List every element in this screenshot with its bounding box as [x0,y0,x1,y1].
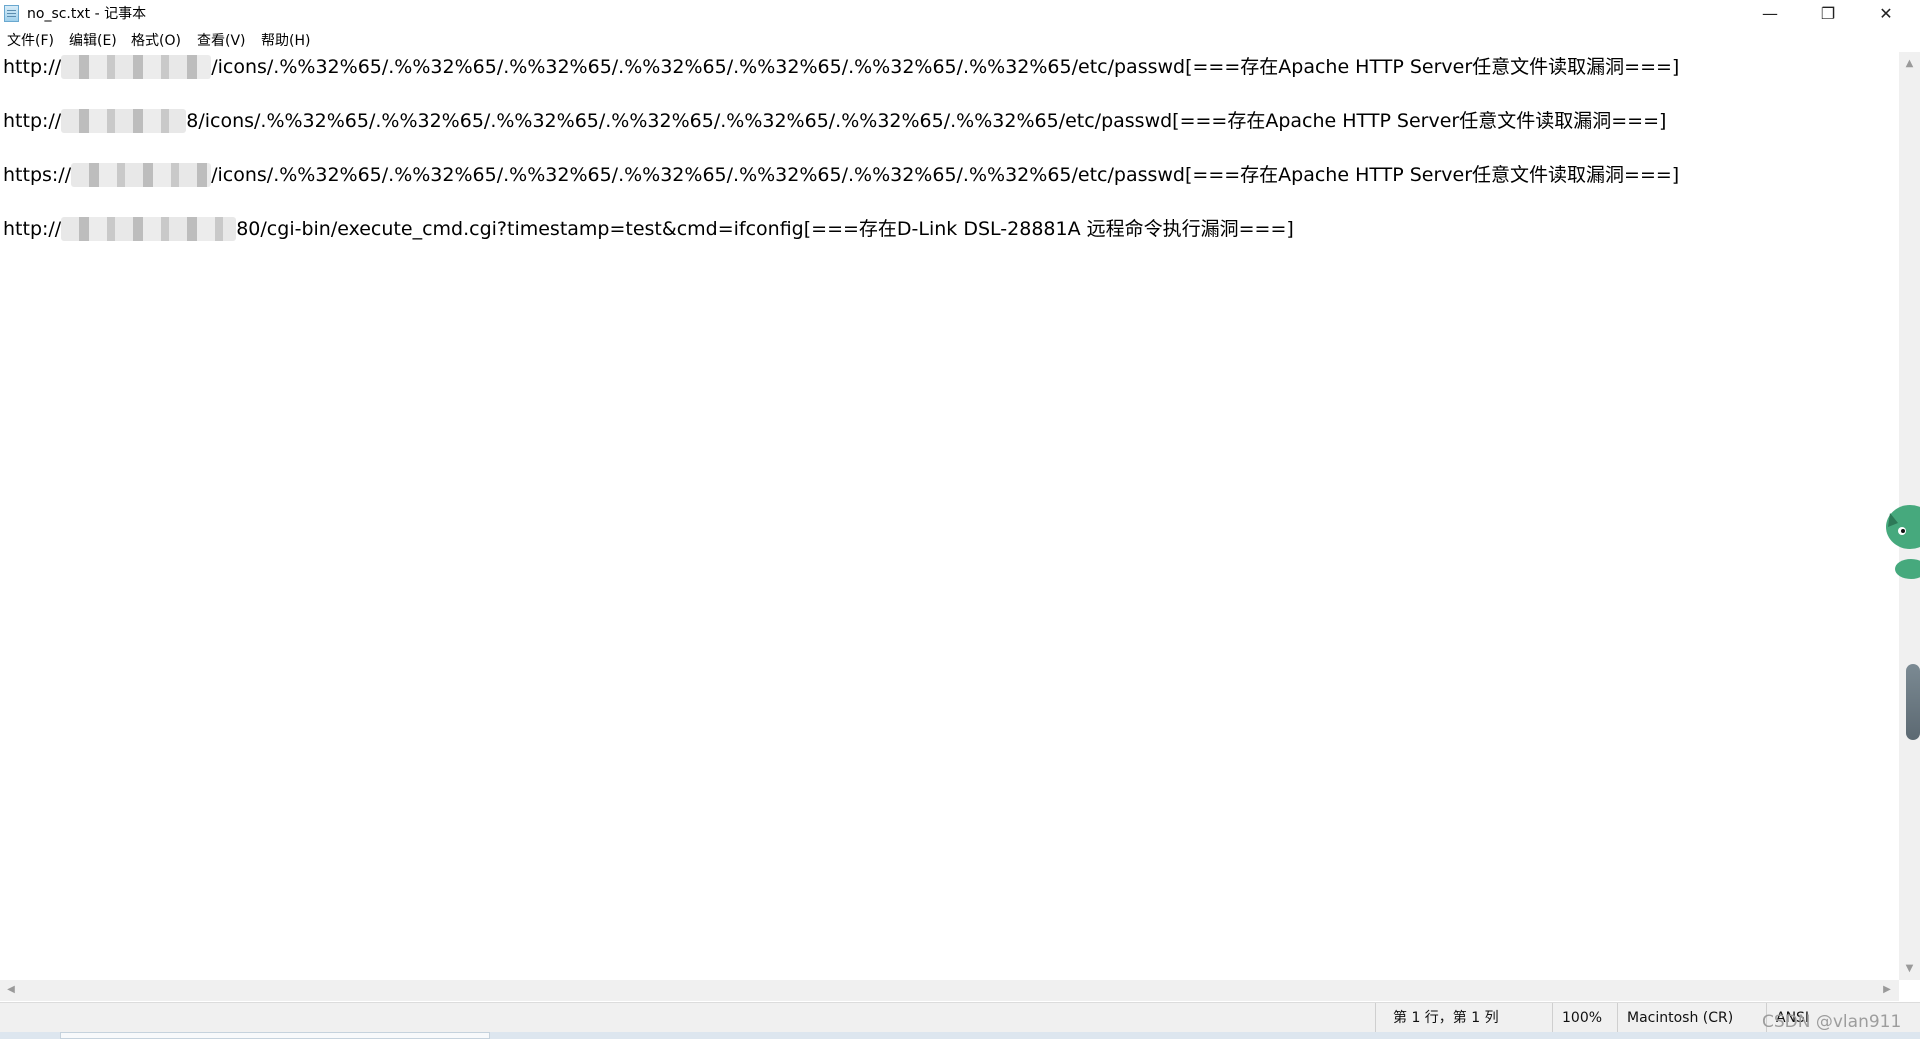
menu-bar: 文件(F) 编辑(E) 格式(O) 查看(V) 帮助(H) [0,30,1920,52]
text-line: http://8/icons/.%%32%65/.%%32%65/.%%32%6… [3,109,1667,133]
notepad-icon [4,5,19,22]
text-editor[interactable]: http:///icons/.%%32%65/.%%32%65/.%%32%65… [0,52,1899,980]
maximize-button[interactable]: ❐ [1799,0,1857,28]
menu-help[interactable]: 帮助(H) [261,32,310,50]
scroll-up-icon[interactable]: ▲ [1899,58,1920,69]
redacted-host [61,55,212,79]
title-bar: no_sc.txt - 记事本 — ❐ ✕ [0,0,1920,28]
menu-edit[interactable]: 编辑(E) [69,32,117,50]
floating-mascot[interactable] [1880,503,1920,585]
scroll-down-icon[interactable]: ▼ [1899,963,1920,974]
line-ending: Macintosh (CR) [1627,1010,1734,1026]
watermark: CSDN @vlan911 [1762,1012,1902,1032]
scroll-left-icon[interactable]: ◀ [2,984,20,995]
text-line: https:///icons/.%%32%65/.%%32%65/.%%32%6… [3,163,1680,187]
redacted-host [61,109,187,133]
close-button[interactable]: ✕ [1857,0,1915,28]
window-title: no_sc.txt - 记事本 [27,6,147,22]
text-line: http://80/cgi-bin/execute_cmd.cgi?timest… [3,217,1294,241]
menu-file[interactable]: 文件(F) [7,32,54,50]
menu-view[interactable]: 查看(V) [197,32,246,50]
redacted-host [71,163,212,187]
minimize-button[interactable]: — [1741,0,1799,28]
zoom-level: 100% [1562,1010,1603,1026]
menu-format[interactable]: 格式(O) [131,32,181,50]
scroll-right-icon[interactable]: ▶ [1878,984,1896,995]
horizontal-scrollbar[interactable]: ◀ ▶ [0,980,1899,1001]
cursor-position: 第 1 行，第 1 列 [1393,1010,1499,1026]
text-line: http:///icons/.%%32%65/.%%32%65/.%%32%65… [3,55,1680,79]
redacted-host [61,217,237,241]
taskbar-tab[interactable] [60,1032,490,1039]
status-bar: 第 1 行，第 1 列 100% Macintosh (CR) ANSI [0,1002,1920,1033]
side-widget[interactable] [1906,664,1920,740]
